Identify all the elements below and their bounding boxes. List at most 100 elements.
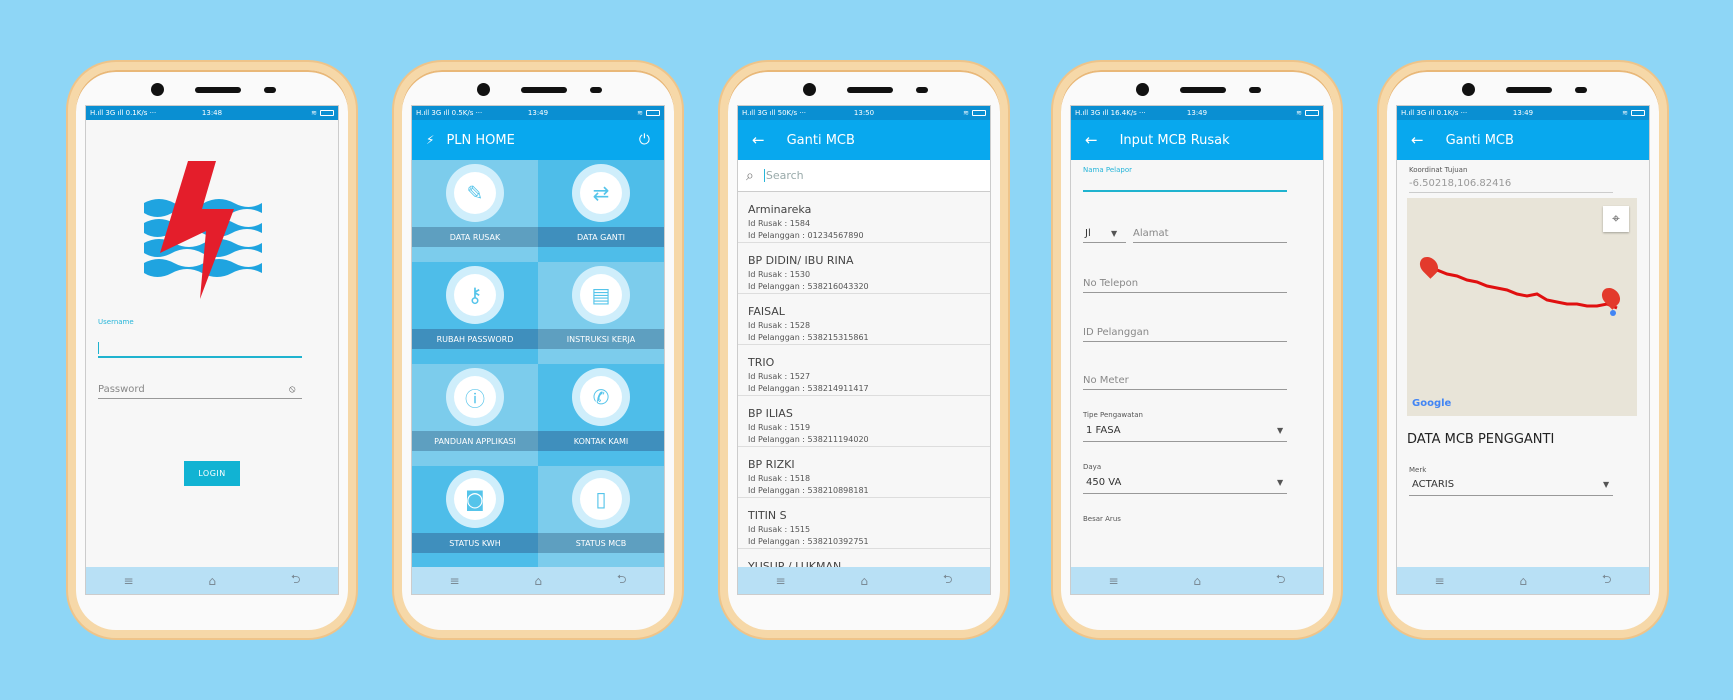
arrow-back-icon[interactable]: ← bbox=[752, 131, 765, 149]
google-logo: Google bbox=[1412, 398, 1452, 409]
home-icon[interactable]: ⌂ bbox=[860, 574, 868, 588]
status-left: H.ıll 3G ıll 16.4K/s ··· bbox=[1075, 109, 1146, 117]
wifi-icon: ≋ bbox=[963, 109, 969, 117]
daya-label: Daya bbox=[1083, 463, 1102, 471]
tile-status-kwh[interactable]: ◙ STATUS KWH bbox=[412, 466, 538, 568]
status-right: ≋ bbox=[1296, 109, 1319, 117]
arrow-back-icon[interactable]: ← bbox=[1085, 131, 1098, 149]
status-bar: H.ıll 3G ıll 0.1K/s ··· 13:48 ≋ bbox=[86, 106, 338, 120]
menu-icon[interactable]: ≡ bbox=[1108, 574, 1118, 588]
home-icon[interactable]: ⌂ bbox=[208, 574, 216, 588]
system-nav-bar: ≡ ⌂ ⮌ bbox=[86, 567, 338, 594]
wifi-icon: ≋ bbox=[1622, 109, 1628, 117]
tile-label: RUBAH PASSWORD bbox=[412, 329, 538, 349]
item-rusak: Id Rusak : 1584 bbox=[748, 219, 811, 228]
page-title: Ganti MCB bbox=[786, 132, 855, 148]
item-pelanggan: Id Pelanggan : 538211194020 bbox=[748, 435, 869, 444]
id-pelanggan-input[interactable]: ID Pelanggan bbox=[1083, 327, 1149, 338]
mcb-icon: ▯ bbox=[580, 478, 622, 520]
list-item[interactable]: BP ILIAS Id Rusak : 1519 Id Pelanggan : 53… bbox=[738, 396, 990, 447]
alamat-input[interactable]: Alamat bbox=[1133, 228, 1169, 239]
menu-icon[interactable]: ≡ bbox=[1434, 574, 1444, 588]
eye-off-icon[interactable]: ⦸ bbox=[289, 384, 296, 395]
wifi-icon: ≋ bbox=[311, 109, 317, 117]
back-icon[interactable]: ⮌ bbox=[617, 570, 627, 591]
home-icon[interactable]: ⌂ bbox=[1519, 574, 1527, 588]
app-bar: ← Ganti MCB bbox=[1397, 120, 1649, 160]
speaker bbox=[195, 87, 241, 93]
list-item[interactable]: TRIO Id Rusak : 1527 Id Pelanggan : 538214… bbox=[738, 345, 990, 396]
list-item[interactable]: TITIN S Id Rusak : 1515 Id Pelanggan : 538… bbox=[738, 498, 990, 549]
tipe-pengawatan-label: Tipe Pengawatan bbox=[1083, 411, 1143, 419]
password-input[interactable]: Password bbox=[98, 384, 145, 395]
list-item[interactable]: BP DIDIN/ IBU RINA Id Rusak : 1530 Id Pela… bbox=[738, 243, 990, 294]
tile-status-mcb[interactable]: ▯ STATUS MCB bbox=[538, 466, 664, 568]
home-icon[interactable]: ⌂ bbox=[534, 574, 542, 588]
power-icon[interactable]: ⏻ bbox=[639, 132, 650, 148]
daya-select[interactable]: 450 VA bbox=[1086, 477, 1121, 488]
tile-circle: ◙ bbox=[446, 470, 504, 528]
phone-home: H.ıll 3G ıll 0.5K/s ··· 13:49 ≋ ⚡ PLN HO… bbox=[394, 62, 682, 638]
status-bar: H.ıll 3G ıll 0.1K/s ··· 13:49 ≋ bbox=[1397, 106, 1649, 120]
search-bar[interactable]: ⌕ Search bbox=[738, 160, 990, 192]
tile-label: PANDUAN APPLIKASI bbox=[412, 431, 538, 451]
jl-select-value[interactable]: Jl bbox=[1085, 228, 1091, 239]
login-button[interactable]: LOGIN bbox=[184, 461, 240, 486]
nama-pelapor-input[interactable] bbox=[1083, 180, 1287, 192]
tile-panduan-applikasi[interactable]: ⓘ PANDUAN APPLIKASI bbox=[412, 364, 538, 466]
camera bbox=[151, 83, 164, 96]
system-nav-bar: ≡ ⌂ ⮌ bbox=[738, 567, 990, 594]
battery-icon bbox=[320, 110, 334, 116]
back-icon[interactable]: ⮌ bbox=[943, 570, 953, 591]
back-icon[interactable]: ⮌ bbox=[1276, 570, 1286, 591]
my-location-icon[interactable]: ⌖ bbox=[1603, 206, 1629, 232]
id-pelanggan-underline bbox=[1083, 341, 1287, 342]
map-view[interactable]: ⌖ Google bbox=[1407, 198, 1637, 416]
home-icon[interactable]: ⌂ bbox=[1193, 574, 1201, 588]
item-pelanggan: Id Pelanggan : 538210898181 bbox=[748, 486, 869, 495]
chevron-down-icon[interactable]: ▼ bbox=[1277, 426, 1283, 435]
battery-icon bbox=[646, 110, 660, 116]
tile-circle: ▤ bbox=[572, 266, 630, 324]
item-pelanggan: Id Pelanggan : 538215315861 bbox=[748, 333, 869, 342]
list-item[interactable]: BP RIZKI Id Rusak : 1518 Id Pelanggan : 53… bbox=[738, 447, 990, 498]
no-meter-input[interactable]: No Meter bbox=[1083, 375, 1129, 386]
app-bar: ← Ganti MCB bbox=[738, 120, 990, 160]
item-name: TITIN S bbox=[748, 509, 787, 522]
menu-icon[interactable]: ≡ bbox=[449, 574, 459, 588]
telepon-underline bbox=[1083, 292, 1287, 293]
menu-icon[interactable]: ≡ bbox=[775, 574, 785, 588]
tile-kontak-kami[interactable]: ✆ KONTAK KAMI bbox=[538, 364, 664, 466]
koordinat-value: -6.50218,106.82416 bbox=[1409, 178, 1512, 189]
item-rusak: Id Rusak : 1527 bbox=[748, 372, 811, 381]
telepon-input[interactable]: No Telepon bbox=[1083, 278, 1138, 289]
chevron-down-icon[interactable]: ▼ bbox=[1111, 229, 1117, 238]
chevron-down-icon[interactable]: ▼ bbox=[1277, 478, 1283, 487]
arrow-back-icon[interactable]: ← bbox=[1411, 131, 1424, 149]
item-pelanggan: Id Pelanggan : 538210392751 bbox=[748, 537, 869, 546]
menu-icon[interactable]: ≡ bbox=[123, 574, 133, 588]
tipe-underline bbox=[1083, 441, 1287, 442]
list-item[interactable]: FAISAL Id Rusak : 1528 Id Pelanggan : 5382… bbox=[738, 294, 990, 345]
tile-instruksi-kerja[interactable]: ▤ INSTRUKSI KERJA bbox=[538, 262, 664, 364]
back-icon[interactable]: ⮌ bbox=[291, 570, 301, 591]
tipe-pengawatan-select[interactable]: 1 FASA bbox=[1086, 425, 1121, 436]
phone-ganti-list: H.ıll 3G ıll 50K/s ··· 13:50 ≋ ← Ganti M… bbox=[720, 62, 1008, 638]
tile-rubah-password[interactable]: ⚷ RUBAH PASSWORD bbox=[412, 262, 538, 364]
chevron-down-icon[interactable]: ▼ bbox=[1603, 480, 1609, 489]
alamat-underline bbox=[1133, 242, 1287, 243]
battery-icon bbox=[1305, 110, 1319, 116]
tile-data-rusak[interactable]: ✎ DATA RUSAK bbox=[412, 160, 538, 262]
daya-underline bbox=[1083, 493, 1287, 494]
item-pelanggan: Id Pelanggan : 538216043320 bbox=[748, 282, 869, 291]
back-icon[interactable]: ⮌ bbox=[1602, 570, 1612, 591]
username-input[interactable] bbox=[98, 342, 302, 358]
list-item[interactable]: Arminareka Id Rusak : 1584 Id Pelanggan : … bbox=[738, 192, 990, 243]
tile-data-ganti[interactable]: ⇄ DATA GANTI bbox=[538, 160, 664, 262]
search-input[interactable]: Search bbox=[763, 169, 804, 182]
item-name: TRIO bbox=[748, 356, 775, 369]
sensor bbox=[1249, 87, 1261, 93]
page-title: PLN HOME bbox=[446, 132, 515, 148]
item-rusak: Id Rusak : 1518 bbox=[748, 474, 811, 483]
merk-select[interactable]: ACTARIS bbox=[1412, 479, 1454, 490]
